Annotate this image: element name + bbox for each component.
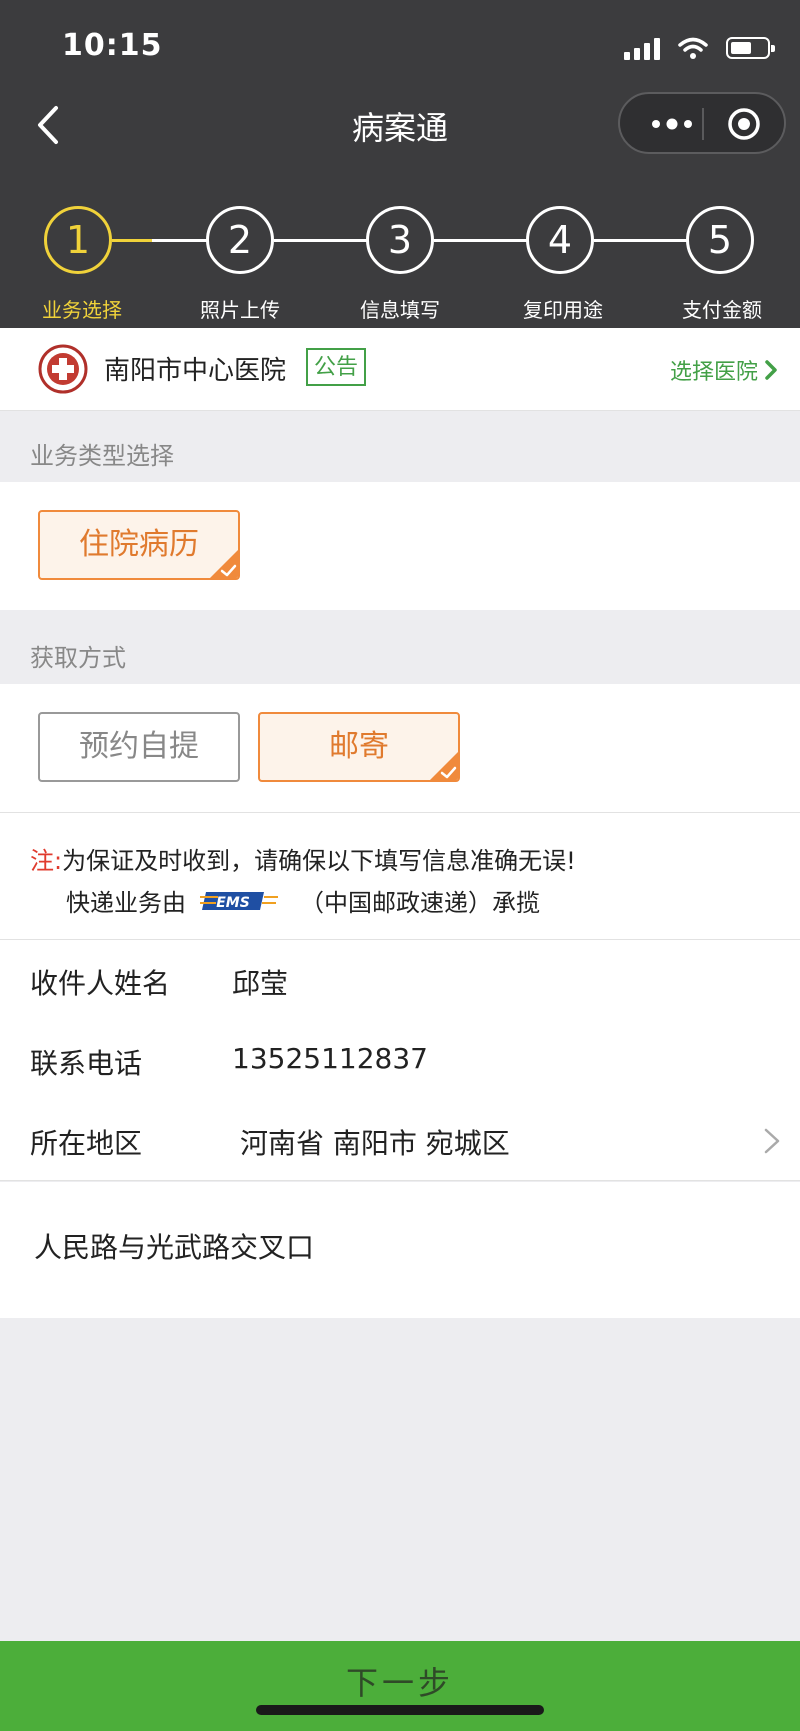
- address-value: 人民路与光武路交叉口: [34, 1231, 315, 1264]
- status-icons: [624, 30, 775, 66]
- step-2-label: 照片上传: [200, 298, 280, 322]
- home-indicator: [256, 1705, 544, 1715]
- phone-label: 联系电话: [30, 1047, 143, 1080]
- option-inpatient-record[interactable]: 住院病历: [38, 510, 240, 580]
- option-self-pickup[interactable]: 预约自提: [38, 712, 240, 782]
- app-header: 10:15 病案通 1 2 3 4 5 业务选择 照片上传 信息填写 复印用途 …: [0, 0, 800, 328]
- step-5-label: 支付金额: [682, 298, 762, 322]
- step-4-circle: 4: [526, 206, 594, 274]
- capsule-divider: [702, 108, 704, 140]
- recipient-name-field[interactable]: 邱莹: [232, 962, 288, 1002]
- notice-badge[interactable]: 公告: [306, 348, 367, 386]
- wifi-icon: [678, 37, 708, 59]
- note-courier-before: 快递业务由: [66, 889, 186, 917]
- next-step-button[interactable]: 下一步: [0, 1641, 800, 1731]
- step-connector: [434, 239, 528, 242]
- delivery-panel: 预约自提 邮寄: [0, 684, 800, 812]
- step-connector: [274, 239, 368, 242]
- recipient-name-row[interactable]: 收件人姓名 邱莹: [0, 940, 800, 1021]
- region-label: 所在地区: [30, 1127, 143, 1160]
- note-line-2: 快递业务由 EMS （中国邮政速递）承揽: [66, 883, 540, 918]
- delivery-title: 获取方式: [30, 644, 126, 672]
- status-time: 10:15: [62, 28, 163, 63]
- option-label: 住院病历: [79, 527, 199, 562]
- progress-steps: 1 2 3 4 5 业务选择 照片上传 信息填写 复印用途 支付金额: [0, 206, 800, 326]
- phone-field[interactable]: 13525112837: [232, 1042, 428, 1075]
- step-connector: [594, 239, 688, 242]
- option-mail[interactable]: 邮寄: [258, 712, 460, 782]
- step-connector: [112, 239, 152, 242]
- option-label: 邮寄: [329, 729, 389, 764]
- selected-check-icon: [430, 752, 458, 780]
- region-row[interactable]: 所在地区 河南省 南阳市 宛城区: [0, 1100, 800, 1181]
- note-courier-after: （中国邮政速递）承揽: [300, 889, 540, 917]
- business-type-title: 业务类型选择: [30, 442, 174, 470]
- step-1-label: 业务选择: [42, 298, 122, 322]
- note-prefix: 注:: [30, 847, 63, 875]
- address-textarea[interactable]: 人民路与光武路交叉口: [0, 1182, 800, 1318]
- note-text: 为保证及时收到，请确保以下填写信息准确无误!: [62, 847, 576, 875]
- hospital-bar: 南阳市中心医院 公告 选择医院: [0, 328, 800, 411]
- mini-program-capsule: [618, 92, 786, 154]
- hospital-name: 南阳市中心医院: [104, 356, 287, 386]
- hospital-logo-icon: [38, 344, 88, 394]
- step-2-circle: 2: [206, 206, 274, 274]
- step-3-label: 信息填写: [360, 298, 440, 322]
- selected-check-icon: [210, 550, 238, 578]
- step-connector: [152, 239, 208, 242]
- step-1-circle: 1: [44, 206, 112, 274]
- ems-logo-text: EMS: [216, 895, 250, 911]
- step-5-circle: 5: [686, 206, 754, 274]
- choose-hospital-link[interactable]: 选择医院: [670, 354, 778, 386]
- ems-logo-icon: EMS: [200, 891, 278, 911]
- choose-hospital-label: 选择医院: [669, 360, 758, 385]
- notice-text: 注:为保证及时收到，请确保以下填写信息准确无误! 快递业务由 EMS （中国邮政…: [0, 812, 800, 940]
- recipient-name-label: 收件人姓名: [30, 967, 171, 1000]
- chevron-right-icon: [765, 360, 777, 380]
- more-icon[interactable]: [646, 110, 702, 138]
- business-type-panel: 住院病历: [0, 482, 800, 610]
- phone-row[interactable]: 联系电话 13525112837: [0, 1020, 800, 1101]
- step-4-label: 复印用途: [523, 298, 603, 322]
- step-3-circle: 3: [366, 206, 434, 274]
- battery-icon: [726, 37, 775, 59]
- chevron-right-icon: [764, 1128, 780, 1154]
- signal-icon: [624, 36, 660, 60]
- option-label: 预约自提: [79, 729, 199, 764]
- note-line-1: 注:为保证及时收到，请确保以下填写信息准确无误!: [30, 841, 576, 876]
- region-field[interactable]: 河南省 南阳市 宛城区: [240, 1122, 510, 1162]
- close-mini-program-icon[interactable]: [726, 106, 762, 142]
